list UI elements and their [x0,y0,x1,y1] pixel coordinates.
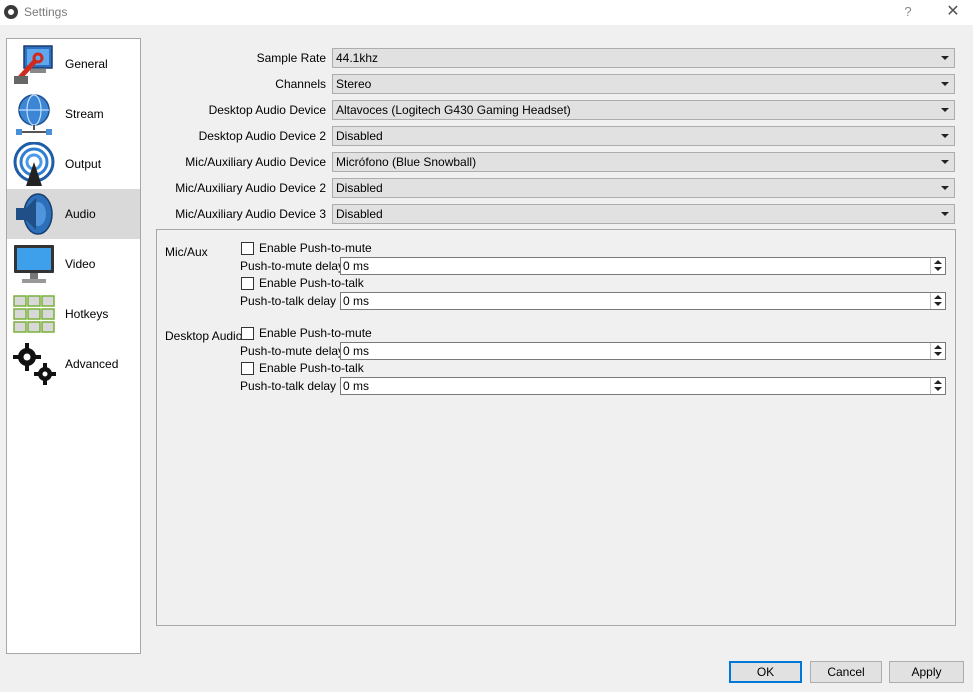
dropdown-value: Disabled [336,207,383,221]
push-to-hotkeys-group: Mic/Aux Enable Push-to-mute Push-to-mute… [156,229,956,626]
speaker-icon [16,193,53,235]
spin-down-icon[interactable] [934,302,942,306]
settings-sidebar: General Stream Output Audio Video Hotkey… [6,38,141,654]
sidebar-item-label: Stream [65,107,104,121]
mic-aux-push-to-talk-delay-spinbox[interactable]: 0 ms [340,292,946,310]
mic-aux-device-label: Mic/Auxiliary Audio Device [185,155,326,169]
mic-aux-device-3-label: Mic/Auxiliary Audio Device 3 [175,207,326,221]
spin-up-icon[interactable] [934,345,942,349]
computer-wrench-icon [14,45,53,84]
desktop-audio-push-to-mute-delay-label: Push-to-mute delay [240,344,345,358]
chevron-down-icon [941,186,949,190]
dropdown-value: 44.1khz [336,51,379,65]
spin-buttons[interactable] [930,293,945,309]
spin-buttons[interactable] [930,258,945,274]
mic-aux-device-2-label: Mic/Auxiliary Audio Device 2 [175,181,326,195]
close-button[interactable]: ✕ [938,0,968,25]
sample-rate-dropdown[interactable]: 44.1khz [332,48,955,68]
chevron-down-icon [941,212,949,216]
spinbox-value: 0 ms [343,379,370,393]
chevron-down-icon [941,134,949,138]
sidebar-item-audio[interactable]: Audio [7,189,140,239]
desktop-audio-push-to-mute-delay-spinbox[interactable]: 0 ms [340,342,946,360]
mic-aux-device-2-dropdown[interactable]: Disabled [332,178,955,198]
sidebar-item-label: Hotkeys [65,307,109,321]
channels-dropdown[interactable]: Stereo [332,74,955,94]
spin-up-icon[interactable] [934,260,942,264]
checkbox-label: Enable Push-to-talk [259,361,364,375]
checkbox-label: Enable Push-to-mute [259,241,372,255]
sidebar-item-general[interactable]: General [7,39,140,89]
spin-down-icon[interactable] [934,387,942,391]
sidebar-item-label: Advanced [65,357,119,371]
keyboard-icon [13,295,55,333]
ok-button[interactable]: OK [729,661,802,683]
mic-aux-device-3-dropdown[interactable]: Disabled [332,204,955,224]
mic-aux-push-to-talk-delay-label: Push-to-talk delay [240,294,337,308]
apply-button[interactable]: Apply [889,661,964,683]
desktop-audio-device-2-dropdown[interactable]: Disabled [332,126,955,146]
spinbox-value: 0 ms [343,344,370,358]
gears-icon [13,343,56,385]
sidebar-item-label: Video [65,257,96,271]
chevron-down-icon [941,56,949,60]
obs-logo-icon [4,5,18,19]
chevron-down-icon [941,160,949,164]
sample-rate-label: Sample Rate [256,51,326,65]
spin-buttons[interactable] [930,378,945,394]
cancel-button[interactable]: Cancel [810,661,882,683]
mic-aux-section-title: Mic/Aux [165,245,208,259]
dropdown-value: Stereo [336,77,372,91]
spin-down-icon[interactable] [934,352,942,356]
checkbox-box[interactable] [241,327,254,340]
checkbox-label: Enable Push-to-mute [259,326,372,340]
sidebar-item-label: Audio [65,207,96,221]
desktop-audio-push-to-talk-delay-spinbox[interactable]: 0 ms [340,377,946,395]
desktop-audio-device-label: Desktop Audio Device [208,103,326,117]
chevron-down-icon [941,82,949,86]
mic-aux-device-dropdown[interactable]: Micrófono (Blue Snowball) [332,152,955,172]
spin-buttons[interactable] [930,343,945,359]
mic-aux-push-to-mute-delay-spinbox[interactable]: 0 ms [340,257,946,275]
sidebar-item-hotkeys[interactable]: Hotkeys [7,289,140,339]
checkbox-box[interactable] [241,242,254,255]
desktop-audio-device-dropdown[interactable]: Altavoces (Logitech G430 Gaming Headset) [332,100,955,120]
spinbox-value: 0 ms [343,259,370,273]
sidebar-item-label: General [65,57,108,71]
help-button[interactable]: ? [896,0,920,25]
desktop-audio-device-2-label: Desktop Audio Device 2 [198,129,326,143]
spin-down-icon[interactable] [934,267,942,271]
sidebar-item-video[interactable]: Video [7,239,140,289]
checkbox-box[interactable] [241,362,254,375]
spinbox-value: 0 ms [343,294,370,308]
checkbox-label: Enable Push-to-talk [259,276,364,290]
spin-up-icon[interactable] [934,380,942,384]
sidebar-item-advanced[interactable]: Advanced [7,339,140,389]
title-bar: Settings ? ✕ [0,0,973,25]
window-title: Settings [24,5,68,19]
broadcast-antenna-icon [13,142,55,186]
sidebar-item-stream[interactable]: Stream [7,89,140,139]
desktop-audio-push-to-talk-delay-label: Push-to-talk delay [240,379,337,393]
sidebar-item-output[interactable]: Output [7,139,140,189]
chevron-down-icon [941,108,949,112]
checkbox-box[interactable] [241,277,254,290]
dropdown-value: Disabled [336,129,383,143]
spin-up-icon[interactable] [934,295,942,299]
mic-aux-push-to-mute-delay-label: Push-to-mute delay [240,259,345,273]
globe-network-icon [16,94,52,135]
dropdown-value: Altavoces (Logitech G430 Gaming Headset) [336,103,571,117]
monitor-icon [14,245,54,283]
dropdown-value: Disabled [336,181,383,195]
channels-label: Channels [275,77,326,91]
dropdown-value: Micrófono (Blue Snowball) [336,155,477,169]
sidebar-item-label: Output [65,157,102,171]
desktop-audio-section-title: Desktop Audio [165,329,243,343]
